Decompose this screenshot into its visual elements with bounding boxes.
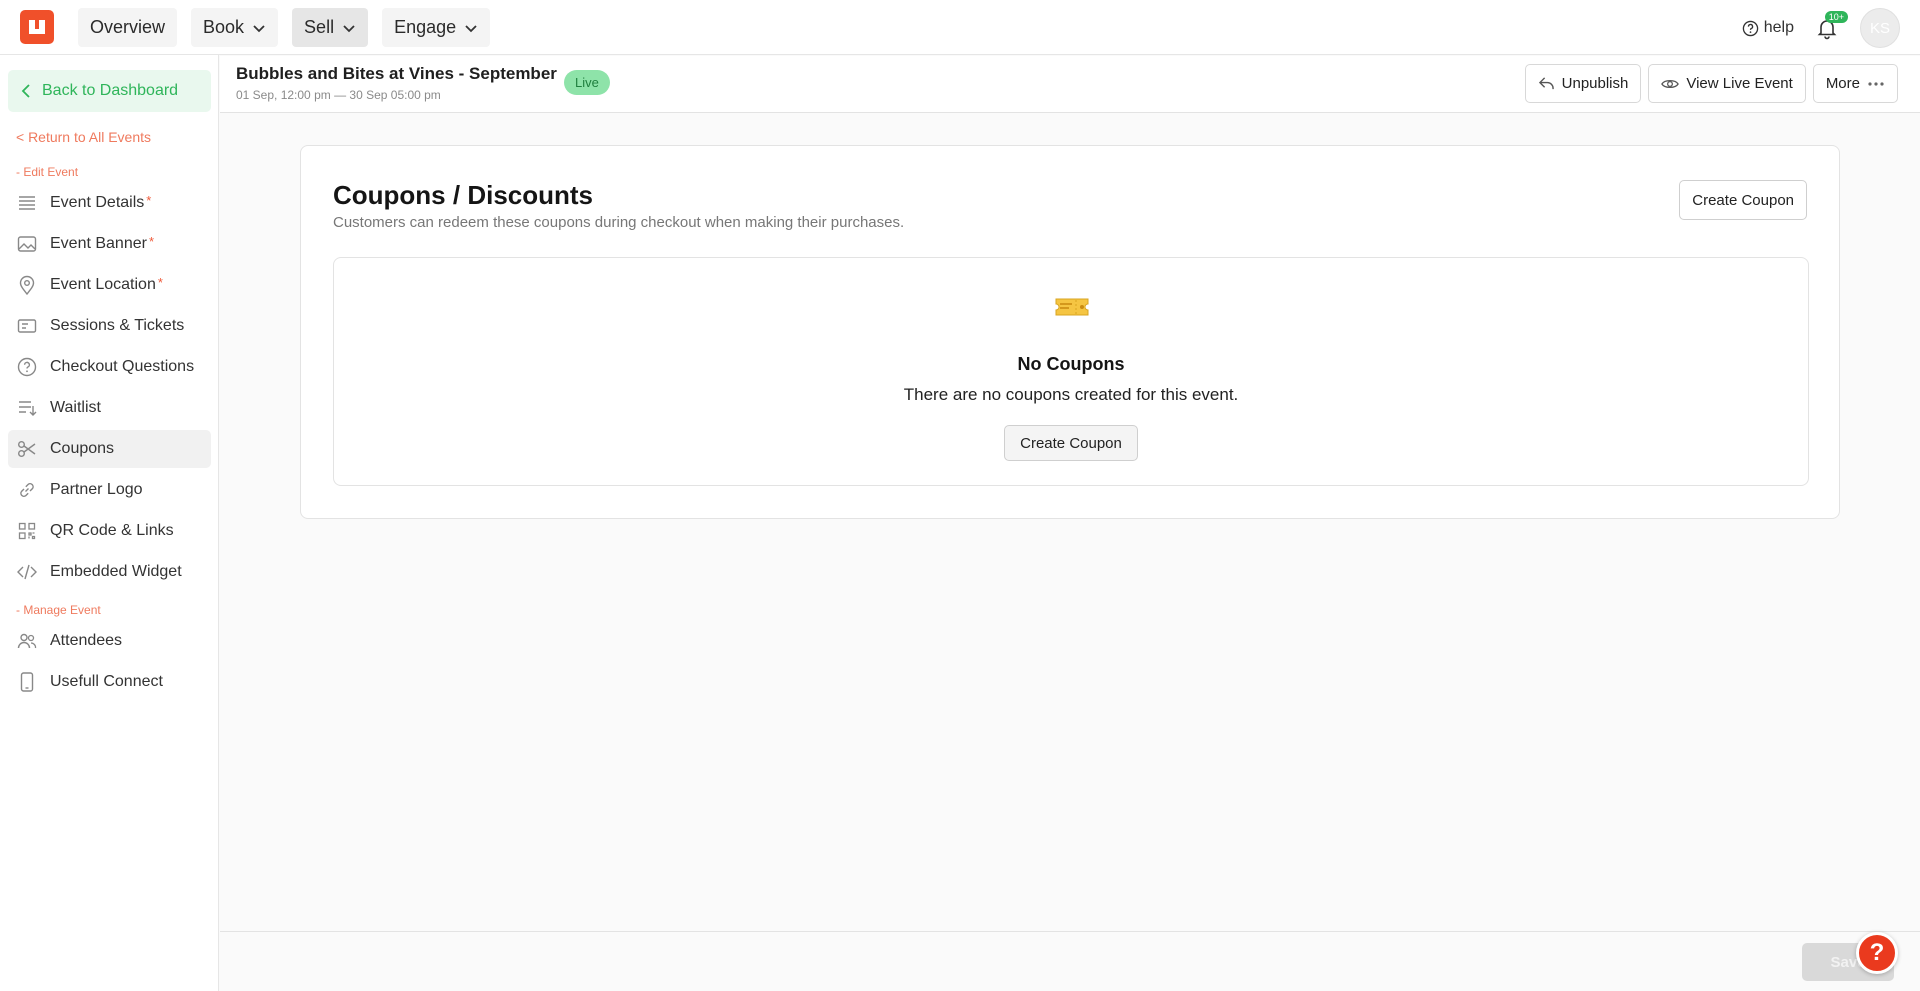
nav-engage-label: Engage xyxy=(394,17,457,37)
sidebar-item-embedded-widget[interactable]: Embedded Widget xyxy=(8,553,211,591)
users-icon xyxy=(16,630,38,652)
status-badge: Live xyxy=(564,70,610,95)
sidebar-item-event-banner[interactable]: Event Banner * xyxy=(8,225,211,263)
sidebar-item-label: Checkout Questions xyxy=(50,358,195,375)
back-to-dashboard-button[interactable]: Back to Dashboard xyxy=(8,70,211,112)
sidebar-item-label: Embedded Widget xyxy=(50,563,182,580)
sidebar-item-label: Event Location xyxy=(50,276,156,293)
link-icon xyxy=(16,479,38,501)
unpublish-label: Unpublish xyxy=(1561,75,1629,92)
create-coupon-button[interactable]: Create Coupon xyxy=(1679,180,1807,220)
sidebar-item-attendees[interactable]: Attendees xyxy=(8,622,211,660)
sidebar-item-sessions-tickets[interactable]: Sessions & Tickets xyxy=(8,307,211,345)
more-button[interactable]: More xyxy=(1812,64,1898,103)
manage-event-section-label: - Manage Event xyxy=(16,603,101,617)
nav-book-label: Book xyxy=(203,17,245,37)
sidebar-item-coupons[interactable]: Coupons xyxy=(8,430,211,468)
sidebar-item-label: Waitlist xyxy=(50,399,101,416)
return-to-all-events-link[interactable]: < Return to All Events xyxy=(16,129,151,145)
page-subtitle: Customers can redeem these coupons durin… xyxy=(333,214,905,231)
footer-bar: Save ? xyxy=(220,931,1920,991)
nav-sell[interactable]: Sell xyxy=(292,8,369,47)
nav-engage[interactable]: Engage xyxy=(382,8,491,47)
create-coupon-empty-button[interactable]: Create Coupon xyxy=(1004,425,1138,461)
empty-state: No Coupons There are no coupons created … xyxy=(333,257,1809,486)
code-icon xyxy=(16,561,38,583)
ticket-icon xyxy=(16,315,38,337)
nav-overview[interactable]: Overview xyxy=(78,8,178,47)
event-header: Bubbles and Bites at Vines - September 0… xyxy=(220,56,1920,113)
nav-sell-label: Sell xyxy=(304,17,335,37)
sidebar-item-usefull-connect[interactable]: Usefull Connect xyxy=(8,663,211,701)
eye-icon xyxy=(1661,79,1680,88)
required-marker: * xyxy=(148,233,155,249)
edit-event-section-label: - Edit Event xyxy=(16,165,79,179)
sidebar-item-partner-logo[interactable]: Partner Logo xyxy=(8,471,211,509)
required-marker: * xyxy=(157,274,163,290)
question-circle-icon xyxy=(16,356,38,378)
question-circle-icon xyxy=(1742,20,1758,36)
sidebar-item-label: QR Code & Links xyxy=(50,522,174,539)
qr-code-icon xyxy=(16,520,38,542)
sidebar-item-label: Event Banner xyxy=(50,235,147,252)
image-icon xyxy=(16,233,38,255)
unpublish-button[interactable]: Unpublish xyxy=(1524,64,1642,103)
sidebar-item-waitlist[interactable]: Waitlist xyxy=(8,389,211,427)
help-label: help xyxy=(1763,19,1794,36)
empty-state-text: There are no coupons created for this ev… xyxy=(903,385,1239,404)
help-link[interactable]: help xyxy=(1742,19,1794,37)
help-fab-button[interactable]: ? xyxy=(1856,932,1898,974)
nav-book[interactable]: Book xyxy=(191,8,279,47)
top-right-actions: help 10+ KS xyxy=(1742,8,1900,48)
notifications-button[interactable]: 10+ xyxy=(1812,11,1848,43)
coupons-card: Coupons / Discounts Customers can redeem… xyxy=(300,145,1840,519)
sidebar-item-qr-code-links[interactable]: QR Code & Links xyxy=(8,512,211,550)
view-live-event-button[interactable]: View Live Event xyxy=(1648,64,1806,103)
avatar[interactable]: KS xyxy=(1860,8,1900,48)
event-dates: 01 Sep, 12:00 pm — 30 Sep 05:00 pm xyxy=(236,88,441,102)
event-actions: Unpublish View Live Event More xyxy=(1524,64,1898,103)
ellipsis-icon xyxy=(1868,81,1884,86)
main-nav: Overview Book Sell Engage xyxy=(78,8,491,47)
sidebar-item-label: Sessions & Tickets xyxy=(50,317,185,334)
sidebar-item-event-details[interactable]: Event Details * xyxy=(8,184,211,222)
back-to-dashboard-label: Back to Dashboard xyxy=(42,82,179,99)
sidebar-item-label: Coupons xyxy=(50,440,115,457)
event-title: Bubbles and Bites at Vines - September xyxy=(236,64,557,83)
chevron-down-icon xyxy=(253,24,265,32)
sidebar: Back to Dashboard < Return to All Events… xyxy=(0,55,219,991)
sidebar-item-label: Attendees xyxy=(50,632,123,649)
sidebar-item-label: Usefull Connect xyxy=(50,673,163,690)
chevron-down-icon xyxy=(343,24,355,32)
required-marker: * xyxy=(146,192,152,208)
nav-overview-label: Overview xyxy=(90,17,166,37)
phone-icon xyxy=(16,671,38,693)
coupon-ticket-icon xyxy=(1055,298,1089,316)
scissors-icon xyxy=(16,438,38,460)
list-icon xyxy=(16,192,38,214)
top-navigation-bar: Overview Book Sell Engage help 10+ KS xyxy=(0,0,1920,55)
page-title: Coupons / Discounts xyxy=(333,180,593,210)
sidebar-item-checkout-questions[interactable]: Checkout Questions xyxy=(8,348,211,386)
sidebar-item-event-location[interactable]: Event Location * xyxy=(8,266,211,304)
view-live-event-label: View Live Event xyxy=(1686,75,1793,92)
notification-count-badge: 10+ xyxy=(1824,11,1848,23)
waitlist-icon xyxy=(16,397,38,419)
sidebar-item-label: Event Details xyxy=(50,194,145,211)
undo-arrow-icon xyxy=(1538,77,1554,90)
sidebar-item-label: Partner Logo xyxy=(50,481,143,498)
location-pin-icon xyxy=(16,274,38,296)
chevron-down-icon xyxy=(465,24,477,32)
chevron-left-icon xyxy=(21,84,30,98)
brand-logo-icon[interactable] xyxy=(20,10,54,44)
more-label: More xyxy=(1825,75,1860,92)
empty-state-title: No Coupons xyxy=(1017,354,1125,374)
